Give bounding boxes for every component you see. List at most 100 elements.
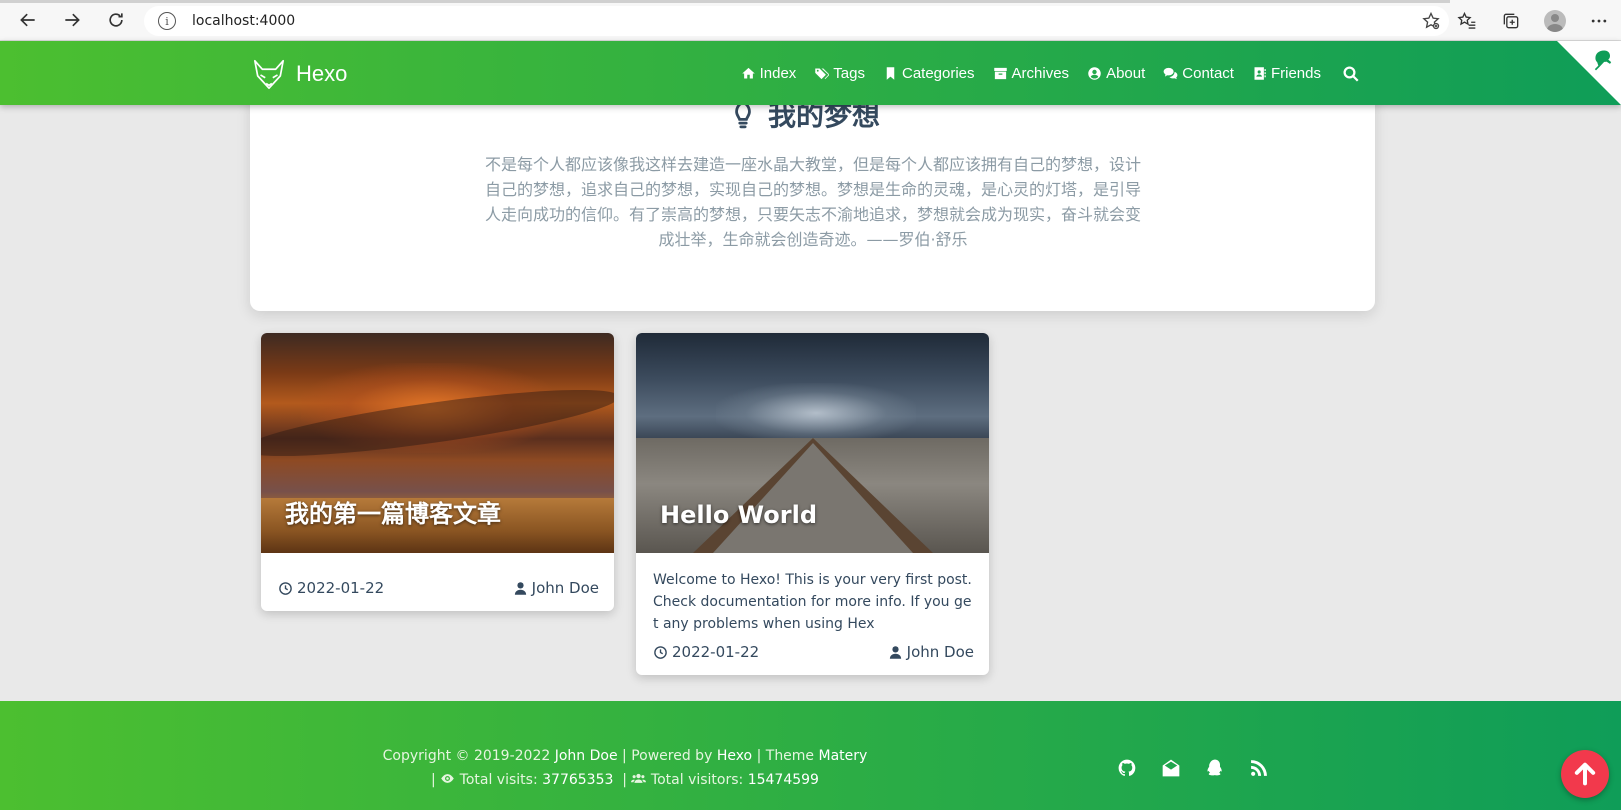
- address-bar[interactable]: i localhost:4000: [144, 6, 1449, 36]
- favorites-button[interactable]: [1445, 0, 1489, 41]
- main-menu: Index Tags Categories Archives About Con…: [723, 41, 1321, 105]
- owner-link[interactable]: John Doe: [555, 748, 618, 764]
- post-date: 2022-01-22: [278, 579, 384, 597]
- menu-label: Categories: [901, 64, 975, 82]
- post-meta: 2022-01-22 John Doe: [636, 635, 989, 675]
- archive-icon: [993, 67, 1007, 79]
- reload-icon: [109, 13, 123, 27]
- arrow-left-icon: [20, 13, 35, 27]
- url-text: localhost:4000: [192, 13, 296, 29]
- post-author[interactable]: John Doe: [888, 643, 974, 661]
- post-excerpt: Welcome to Hexo! This is your very first…: [653, 572, 972, 632]
- user-icon: [514, 581, 526, 595]
- menu-item-contact[interactable]: Contact: [1163, 65, 1234, 82]
- home-icon: [741, 67, 755, 78]
- menu-label: Archives: [1011, 64, 1070, 82]
- dream-quote: 不是每个人都应该像我这样去建造一座水晶大教堂，但是每个人都应该拥有自己的梦想，设…: [484, 155, 1141, 249]
- cloud-light: [716, 383, 916, 443]
- github-octocat-icon: [1594, 50, 1612, 71]
- social-links: [1105, 756, 1281, 780]
- footer-copyright: Copyright © 2019-2022 John Doe | Powered…: [330, 744, 920, 792]
- post-date-text: 2022-01-22: [672, 643, 760, 661]
- browser-top-line: [0, 0, 1450, 3]
- post-card[interactable]: Hello World Welcome to Hexo! This is you…: [636, 333, 989, 675]
- users-icon: [631, 773, 647, 783]
- separator: |: [617, 772, 628, 788]
- browser-toolbar: i localhost:4000: [0, 0, 1621, 41]
- copyright-text: Copyright © 2019-2022: [382, 748, 551, 764]
- visits-count: 37765353: [542, 772, 614, 788]
- user-icon: [889, 645, 901, 659]
- github-icon: [1118, 759, 1136, 776]
- collections-button[interactable]: [1489, 0, 1533, 41]
- tags-icon: [815, 68, 830, 79]
- arrow-up-icon: [1574, 762, 1596, 786]
- fox-logo-icon: [253, 59, 285, 90]
- matery-link[interactable]: Matery: [819, 748, 868, 764]
- post-author-text: John Doe: [531, 579, 599, 597]
- menu-label: Friends: [1270, 64, 1321, 82]
- rail-bed: [712, 443, 913, 553]
- back-to-top-button[interactable]: [1561, 750, 1609, 798]
- menu-item-friends[interactable]: Friends: [1252, 65, 1321, 82]
- footer-line-1: Copyright © 2019-2022 John Doe | Powered…: [330, 744, 920, 768]
- post-title[interactable]: Hello World: [660, 501, 817, 529]
- menu-item-tags[interactable]: Tags: [814, 65, 865, 82]
- more-dots-icon: [1591, 19, 1607, 22]
- post-cover-image[interactable]: 我的第一篇博客文章: [261, 333, 614, 553]
- post-meta: 2022-01-22 John Doe: [261, 553, 614, 611]
- post-date-text: 2022-01-22: [297, 579, 385, 597]
- arrow-right-icon: [65, 13, 80, 27]
- address-book-icon: [1254, 66, 1266, 80]
- footer-line-2: | Total visits: 37765353 | Total visitor…: [330, 768, 920, 792]
- brand-link[interactable]: Hexo: [252, 57, 347, 91]
- hexo-link[interactable]: Hexo: [717, 748, 752, 764]
- visitors-label: Total visitors:: [650, 772, 744, 788]
- more-menu-button[interactable]: [1577, 0, 1621, 41]
- post-author[interactable]: John Doe: [513, 579, 599, 597]
- clock-icon: [654, 645, 667, 659]
- favorites-list-icon: [1457, 11, 1476, 29]
- forward-button[interactable]: [50, 0, 94, 41]
- eye-icon: [441, 774, 454, 783]
- separator: |: [431, 772, 436, 788]
- powered-by-text: | Powered by: [622, 748, 713, 764]
- menu-label: Contact: [1182, 64, 1234, 82]
- menu-item-categories[interactable]: Categories: [883, 65, 975, 82]
- visitors-count: 15474599: [747, 772, 819, 788]
- menu-label: About: [1106, 64, 1146, 82]
- menu-item-index[interactable]: Index: [741, 64, 797, 82]
- clock-icon: [279, 581, 292, 595]
- site-header: Hexo Index Tags Categories Archives Abou…: [0, 41, 1621, 105]
- github-corner[interactable]: [1557, 41, 1621, 105]
- info-icon[interactable]: i: [158, 12, 176, 30]
- menu-item-about[interactable]: About: [1087, 65, 1145, 82]
- profile-button[interactable]: [1533, 0, 1577, 41]
- favorite-star-icon[interactable]: [1421, 11, 1441, 31]
- avatar: [1544, 9, 1566, 32]
- search-icon[interactable]: [1342, 65, 1360, 83]
- qq-link[interactable]: [1193, 756, 1237, 780]
- post-title[interactable]: 我的第一篇博客文章: [285, 494, 501, 529]
- rss-link[interactable]: [1237, 756, 1281, 780]
- collections-icon: [1503, 13, 1519, 28]
- envelope-open-icon: [1162, 759, 1180, 777]
- post-card[interactable]: 我的第一篇博客文章 2022-01-22 John Doe: [261, 333, 614, 611]
- back-button[interactable]: [6, 0, 50, 41]
- user-circle-icon: [1088, 66, 1101, 80]
- comments-icon: [1163, 67, 1178, 79]
- bookmark-icon: [886, 66, 895, 80]
- visits-label: Total visits:: [459, 772, 538, 788]
- menu-label: Tags: [833, 64, 865, 82]
- post-date: 2022-01-22: [653, 643, 759, 661]
- email-link[interactable]: [1149, 756, 1193, 780]
- dream-card: 我的梦想 不是每个人都应该像我这样去建造一座水晶大教堂，但是每个人都应该拥有自己…: [250, 80, 1375, 311]
- reload-button[interactable]: [94, 0, 138, 41]
- github-link[interactable]: [1105, 756, 1149, 780]
- qq-icon: [1207, 759, 1222, 776]
- menu-item-archives[interactable]: Archives: [993, 64, 1070, 82]
- menu-label: Index: [759, 64, 797, 82]
- brand-name: Hexo: [296, 61, 348, 86]
- post-cover-image[interactable]: Hello World: [636, 333, 989, 553]
- site-footer: Copyright © 2019-2022 John Doe | Powered…: [0, 701, 1621, 810]
